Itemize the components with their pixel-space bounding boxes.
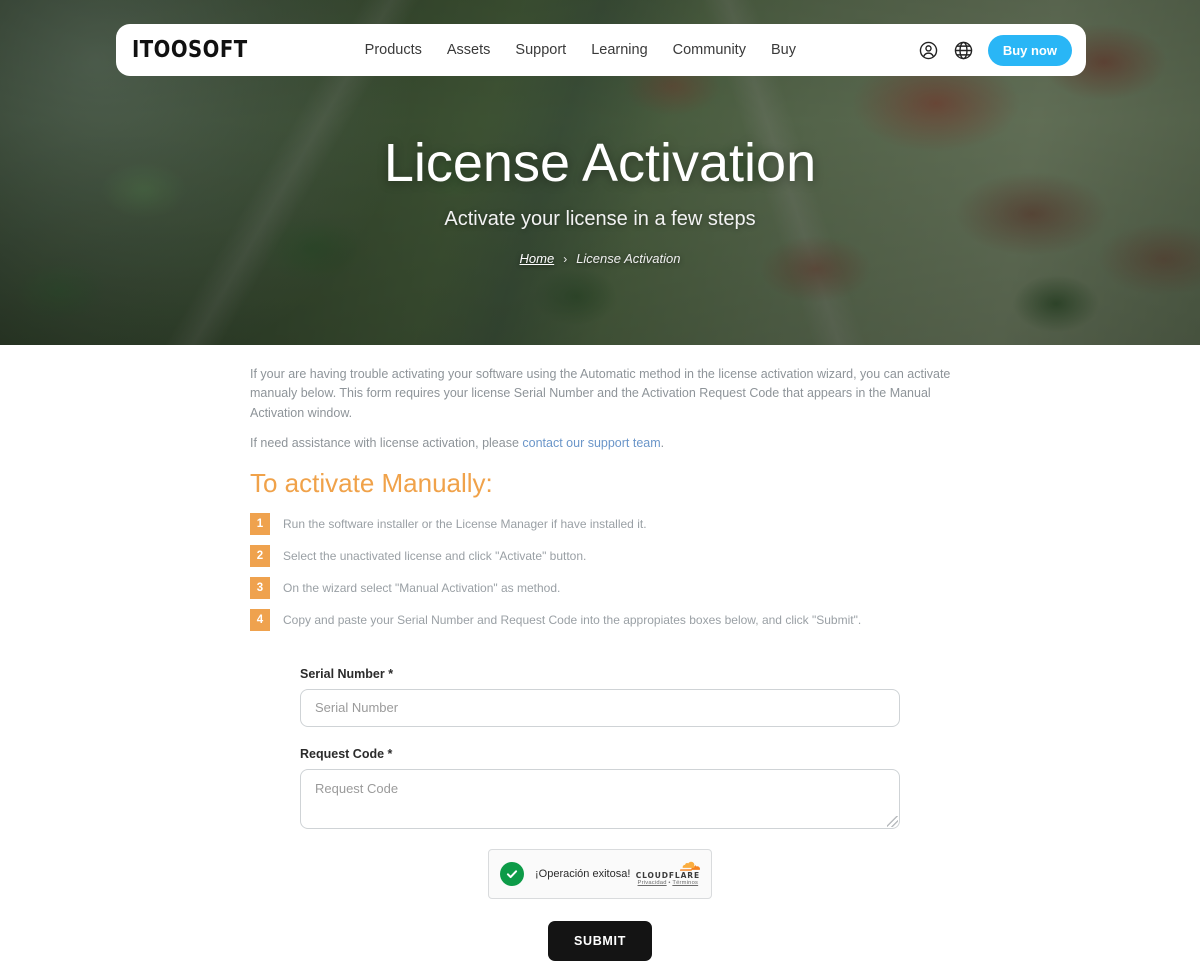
hero-banner: ITOOSOFT Products Assets Support Learnin… [0,0,1200,345]
terms-link[interactable]: Términos [672,880,698,886]
buy-now-button[interactable]: Buy now [987,34,1072,66]
activation-form: Serial Number * Request Code * ¡Operació… [300,667,900,961]
breadcrumb-current: License Activation [576,251,681,267]
step-item: 4 Copy and paste your Serial Number and … [250,608,956,631]
header-actions: Buy now [918,34,1072,66]
globe-icon[interactable] [953,40,974,61]
privacy-link[interactable]: Privacidad [638,880,667,886]
nav-item-community[interactable]: Community [673,42,746,58]
main-content: If your are having trouble activating yo… [0,345,1200,961]
cloudflare-turnstile-widget[interactable]: ¡Operación exitosa! CLOUDFLARE Privacida… [488,848,712,899]
step-item: 2 Select the unactivated license and cli… [250,544,956,567]
support-paragraph-before: If need assistance with license activati… [250,436,523,451]
breadcrumb: Home › License Activation [0,251,1200,266]
intro-section: If your are having trouble activating yo… [244,365,956,631]
support-paragraph-after: . [660,436,665,451]
submit-button[interactable]: SUBMIT [547,920,653,961]
support-paragraph: If need assistance with license activati… [250,434,956,453]
request-code-textarea[interactable] [300,768,900,829]
breadcrumb-separator-icon: › [563,251,568,266]
step-number-badge: 2 [250,544,270,567]
cloudflare-cloud-icon [679,861,700,871]
support-team-link[interactable]: contact our support team [522,436,660,450]
turnstile-branding: CLOUDFLARE Privacidad • Términos [636,860,700,887]
section-title: To activate Manually: [250,467,493,498]
main-navigation: Products Assets Support Learning Communi… [315,42,796,58]
hero-subtitle: Activate your license in a few steps [444,208,756,231]
step-item: 3 On the wizard select "Manual Activatio… [250,576,956,599]
request-code-label: Request Code * [300,746,393,761]
turnstile-legal-links: Privacidad • Términos [636,880,700,887]
cloudflare-wordmark: CLOUDFLARE [635,870,700,880]
nav-item-products[interactable]: Products [365,42,422,58]
itoosoft-logo[interactable]: ITOOSOFT [132,37,248,63]
breadcrumb-home[interactable]: Home [520,251,555,266]
nav-item-support[interactable]: Support [515,42,566,58]
steps-list: 1 Run the software installer or the Lice… [250,512,956,631]
account-circle-icon[interactable] [918,40,939,61]
request-code-textarea-wrap [300,768,900,829]
serial-number-input[interactable] [300,688,900,727]
step-text: Copy and paste your Serial Number and Re… [283,612,862,627]
step-number-badge: 4 [250,608,270,631]
serial-number-field-group: Serial Number * [300,667,900,727]
page-title: License Activation [383,133,817,193]
submit-row: SUBMIT [300,920,900,961]
turnstile-status-text: ¡Operación exitosa! [535,867,631,880]
step-item: 1 Run the software installer or the Lice… [250,512,956,535]
step-text: Select the unactivated license and click… [283,548,587,563]
step-text: Run the software installer or the Licens… [283,516,647,531]
site-header: ITOOSOFT Products Assets Support Learnin… [116,24,1086,76]
request-code-field-group: Request Code * [300,747,900,829]
step-text: On the wizard select "Manual Activation"… [283,580,561,595]
hero-text-block: License Activation Activate your license… [0,132,1200,266]
step-number-badge: 1 [250,512,270,535]
step-number-badge: 3 [250,576,270,599]
serial-number-label: Serial Number * [300,666,394,681]
intro-paragraph: If your are having trouble activating yo… [250,367,951,420]
nav-item-learning[interactable]: Learning [591,42,647,58]
checkmark-icon [500,861,524,886]
nav-item-assets[interactable]: Assets [447,42,491,58]
nav-item-buy[interactable]: Buy [771,42,796,58]
